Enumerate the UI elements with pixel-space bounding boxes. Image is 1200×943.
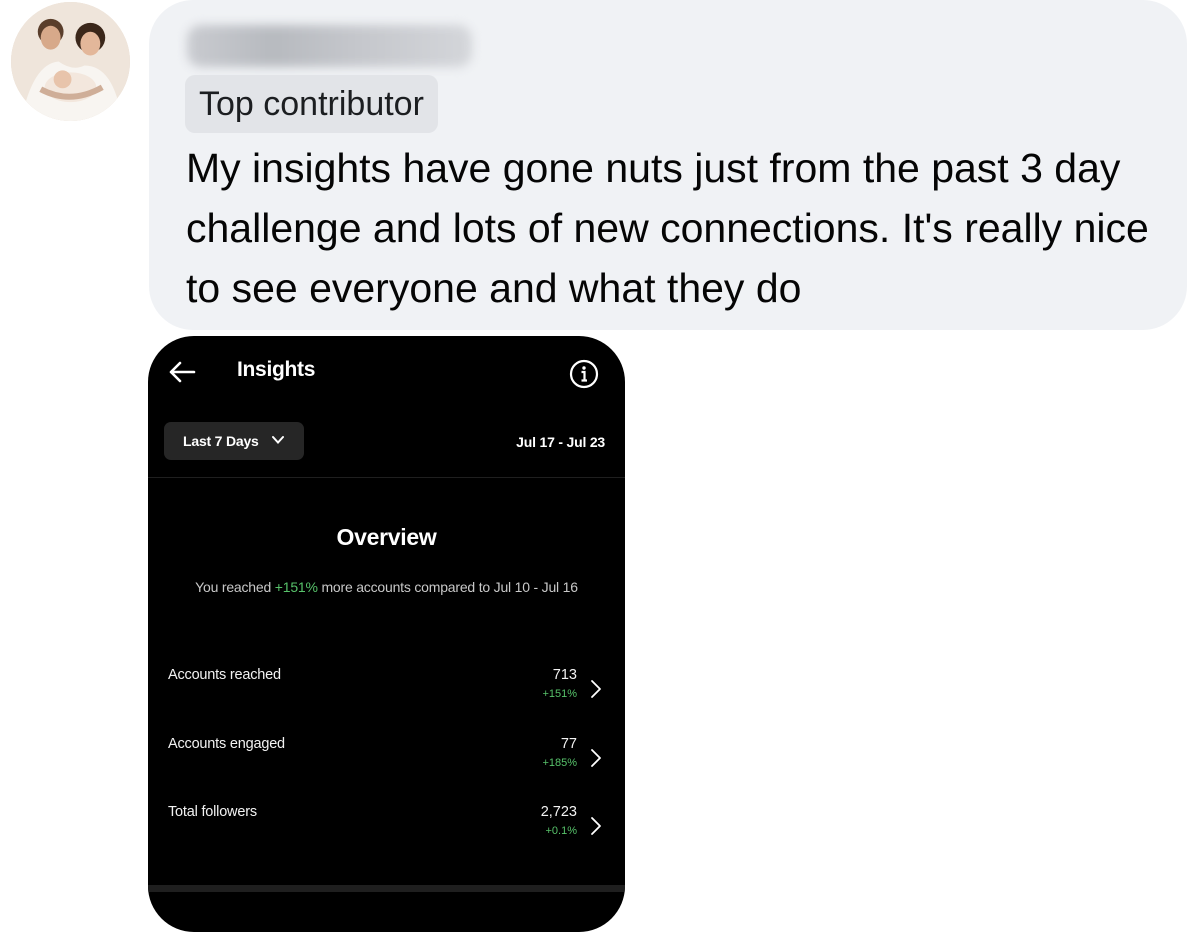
metric-label: Total followers — [168, 804, 257, 820]
chevron-right-icon — [591, 749, 601, 767]
metric-row-accounts-engaged: Accounts engaged 77 +185% — [148, 736, 625, 786]
overview-desc-highlight: +151% — [274, 579, 318, 595]
author-name-blurred[interactable] — [187, 25, 472, 67]
user-avatar[interactable] — [11, 2, 130, 121]
date-range-text: Jul 17 - Jul 23 — [516, 434, 605, 450]
metric-label: Accounts engaged — [168, 736, 285, 752]
arrow-left-icon — [169, 361, 196, 383]
metric-row-total-followers: Total followers 2,723 +0.1% — [148, 804, 625, 854]
avatar-photo — [11, 2, 130, 121]
top-contributor-badge: Top contributor — [185, 75, 438, 133]
chevron-down-icon — [272, 436, 284, 444]
overview-title: Overview — [336, 524, 437, 550]
metric-change: +185% — [542, 757, 577, 769]
date-range-dropdown: Last 7 Days — [164, 422, 304, 460]
chevron-right-icon — [591, 817, 601, 835]
date-range-dropdown-label: Last 7 Days — [183, 433, 259, 449]
metric-value: 2,723 — [540, 804, 577, 820]
insights-screenshot[interactable]: Insights Last 7 Days Jul 17 - Jul 23 Ove… — [148, 336, 625, 932]
chevron-right-icon — [591, 680, 601, 698]
metric-value: 77 — [560, 736, 577, 752]
overview-desc-suffix: more accounts compared to Jul 10 - Jul 1… — [317, 579, 578, 595]
bottom-divider — [148, 885, 625, 892]
info-icon — [569, 359, 599, 389]
overview-description: You reached +151% more accounts compared… — [188, 578, 585, 596]
metric-change: +0.1% — [545, 825, 578, 837]
metric-value: 713 — [552, 667, 577, 683]
page-title: Insights — [237, 358, 316, 381]
metric-change: +151% — [542, 688, 577, 700]
divider — [148, 477, 625, 478]
comment-text: My insights have gone nuts just from the… — [186, 145, 1149, 311]
overview-desc-prefix: You reached — [195, 579, 275, 595]
metric-label: Accounts reached — [168, 667, 281, 683]
insights-header: Insights — [148, 336, 625, 408]
metric-row-accounts-reached: Accounts reached 713 +151% — [148, 667, 625, 717]
